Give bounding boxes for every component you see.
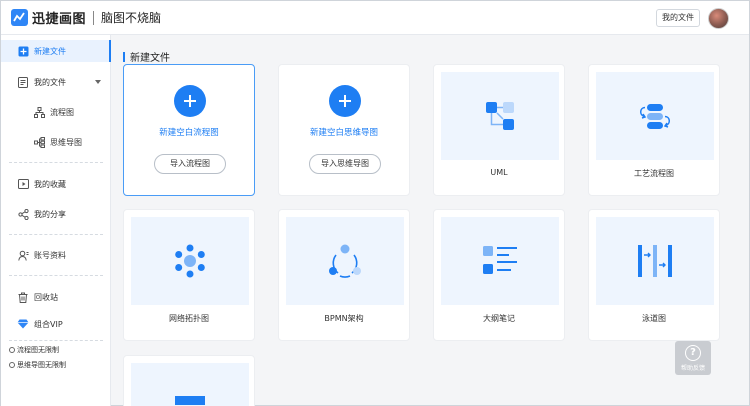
template-card-bpmn[interactable]: BPMN架构 [278, 209, 410, 341]
sidebar-item-shares[interactable]: 我的分享 [1, 203, 111, 225]
logo-slogan: 脑图不烧脑 [101, 11, 162, 25]
limit-note-label: 流程图无限制 [17, 346, 59, 354]
uml-icon [486, 102, 514, 130]
sidebar-item-label: 我的收藏 [34, 179, 66, 189]
sidebar-item-mindmap[interactable]: 思维导图 [1, 131, 111, 153]
sidebar-item-recycle[interactable]: 回收站 [1, 286, 111, 308]
limit-note-label: 思维导图无限制 [17, 361, 66, 369]
section-title: 新建文件 [123, 49, 170, 64]
flowchart-icon [33, 106, 45, 118]
sidebar-item-label: 流程图 [50, 107, 74, 117]
trash-icon [17, 291, 29, 303]
sidebar-divider [9, 162, 103, 163]
chevron-down-icon[interactable] [95, 80, 101, 84]
sidebar-item-account[interactable]: 账号资料 [1, 244, 111, 266]
sidebar-item-my-files[interactable]: 我的文件 [1, 71, 111, 93]
outline-notes-icon [483, 246, 517, 274]
logo-name: 迅捷画图 [32, 12, 87, 27]
app-logo[interactable]: 迅捷画图 脑图不烧脑 [11, 8, 161, 27]
sidebar-divider [9, 234, 103, 235]
plus-square-icon [17, 45, 29, 57]
folder-play-icon [17, 178, 29, 190]
template-thumbnail [131, 217, 249, 305]
new-flowchart-card[interactable]: 新建空白流程图 导入流程图 [123, 64, 255, 196]
template-label: UML [490, 168, 508, 177]
template-thumbnail [131, 363, 249, 406]
top-bar: 迅捷画图 脑图不烧脑 我的文件 [1, 1, 749, 35]
sidebar-item-label: 我的文件 [34, 77, 66, 87]
template-card-process[interactable]: 工艺流程图 [588, 64, 720, 196]
template-card-network[interactable]: 网络拓扑图 [123, 209, 255, 341]
swimlane-icon [638, 245, 672, 277]
template-label: 泳道图 [642, 314, 666, 323]
logo-icon [11, 9, 28, 26]
import-mindmap-button[interactable]: 导入思维导图 [309, 154, 381, 174]
template-label: BPMN架构 [324, 314, 364, 323]
network-topology-icon [175, 244, 205, 278]
import-flowchart-button[interactable]: 导入流程图 [154, 154, 226, 174]
section-title-text: 新建文件 [130, 53, 170, 64]
avatar[interactable] [708, 8, 729, 29]
sidebar-item-flowchart[interactable]: 流程图 [1, 101, 111, 123]
sidebar-divider [9, 340, 103, 341]
template-label: 工艺流程图 [634, 169, 674, 178]
template-preview-shape [175, 396, 205, 405]
sidebar-item-label: 组合VIP [34, 319, 63, 329]
sidebar-item-label: 新建文件 [34, 46, 66, 56]
limit-note-mindmap: 思维导图无限制 [9, 360, 66, 370]
sidebar-item-favorites[interactable]: 我的收藏 [1, 173, 111, 195]
sidebar-item-new-file[interactable]: 新建文件 [1, 40, 111, 62]
my-files-button[interactable]: 我的文件 [656, 9, 700, 27]
help-feedback-label: 帮助反馈 [680, 365, 705, 372]
help-feedback-button[interactable]: ? 帮助反馈 [675, 341, 711, 375]
share-icon [17, 208, 29, 220]
template-card-partial[interactable] [123, 355, 255, 406]
plus-icon[interactable] [329, 85, 361, 117]
template-thumbnail [441, 217, 559, 305]
sidebar-item-label: 账号资料 [34, 250, 66, 260]
sidebar-item-label: 回收站 [34, 292, 58, 302]
sidebar-item-label: 我的分享 [34, 209, 66, 219]
check-circle-icon [9, 362, 15, 368]
process-flow-icon [640, 104, 670, 129]
new-mindmap-label[interactable]: 新建空白思维导图 [279, 126, 409, 138]
logo-separator [93, 10, 95, 25]
template-card-swimlane[interactable]: 泳道图 [588, 209, 720, 341]
new-flowchart-label[interactable]: 新建空白流程图 [124, 126, 254, 138]
template-thumbnail [441, 72, 559, 160]
limit-note-flowchart: 流程图无限制 [9, 345, 59, 355]
user-icon [17, 249, 29, 261]
template-card-uml[interactable]: UML [433, 64, 565, 196]
sidebar-divider [9, 275, 103, 276]
new-mindmap-card[interactable]: 新建空白思维导图 导入思维导图 [278, 64, 410, 196]
sidebar-item-vip[interactable]: 组合VIP [1, 313, 111, 335]
template-label: 大纲笔记 [483, 314, 515, 323]
plus-icon[interactable] [174, 85, 206, 117]
template-card-outline[interactable]: 大纲笔记 [433, 209, 565, 341]
sidebar: 新建文件 我的文件 流程图 思维导图 我的收藏 我的分享 账号资料 回收站 组合… [1, 35, 111, 406]
help-icon: ? [685, 345, 701, 361]
section-title-bar [123, 51, 125, 62]
document-icon [17, 76, 29, 88]
check-circle-icon [9, 347, 15, 353]
sidebar-item-label: 思维导图 [50, 137, 82, 147]
template-label: 网络拓扑图 [169, 314, 209, 323]
template-thumbnail [286, 217, 404, 305]
mindmap-icon [33, 136, 45, 148]
bpmn-icon [329, 244, 361, 278]
diamond-icon [17, 318, 29, 330]
template-thumbnail [596, 72, 714, 160]
template-thumbnail [596, 217, 714, 305]
